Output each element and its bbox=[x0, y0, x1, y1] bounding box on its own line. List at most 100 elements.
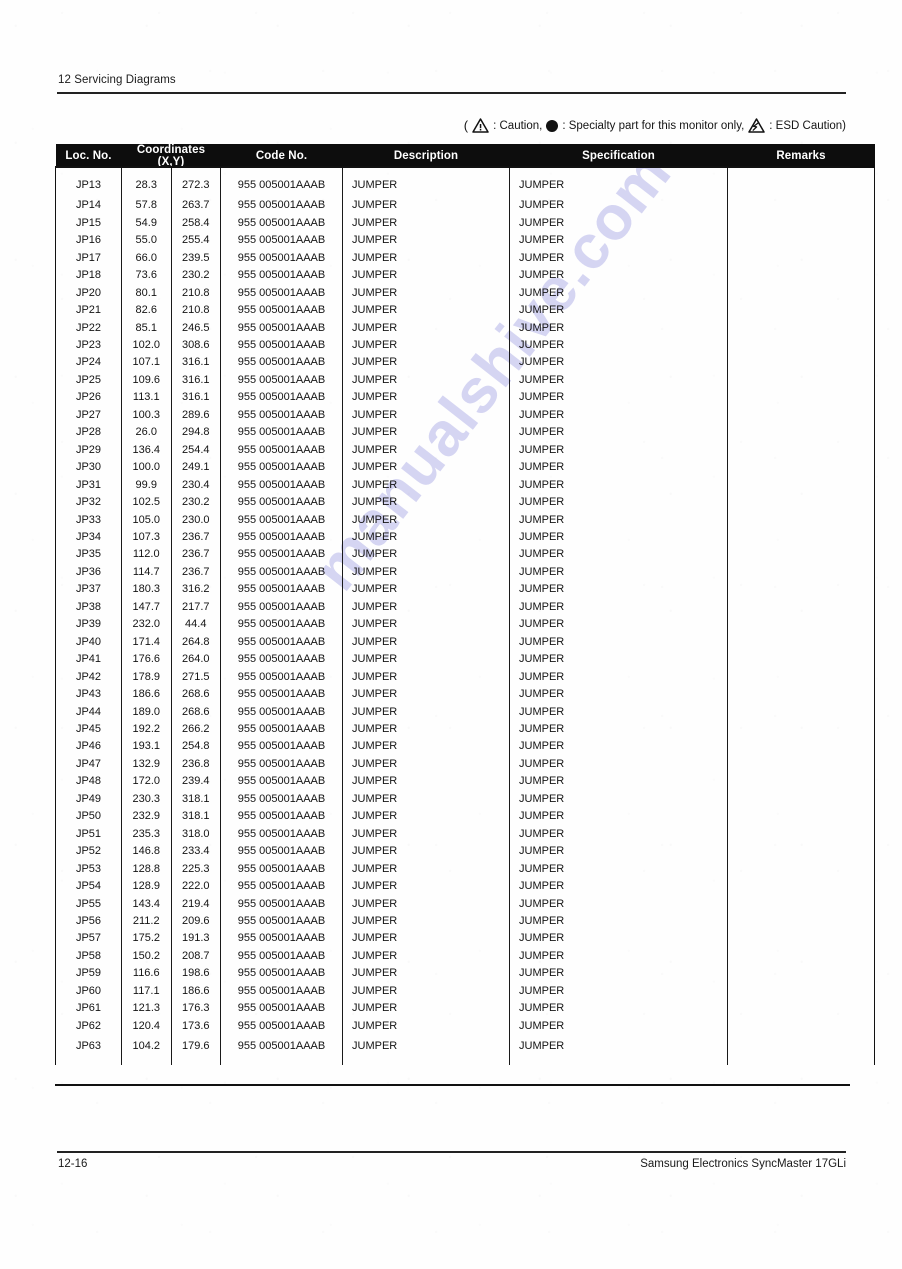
cell-remarks bbox=[727, 790, 875, 809]
cell-coord-x: 171.4 bbox=[121, 633, 172, 652]
cell-coord-x: 186.6 bbox=[121, 686, 172, 704]
cell-description: JUMPER bbox=[342, 843, 510, 861]
cell-loc-no: JP26 bbox=[55, 389, 122, 407]
cell-remarks bbox=[727, 912, 875, 931]
cell-coord-x: 104.2 bbox=[121, 1035, 172, 1065]
symbol-legend: ( : Caution, : Specialty part for this m… bbox=[464, 118, 846, 133]
cell-coord-y: 264.8 bbox=[170, 633, 221, 652]
table-row: JP24 107.1 316.1 955 005001AAAB JUMPER JUMPER bbox=[55, 354, 875, 372]
footer-product-name: Samsung Electronics SyncMaster 17GLi bbox=[640, 1158, 846, 1170]
warning-triangle-icon bbox=[472, 118, 489, 133]
cell-specification: JUMPER bbox=[509, 459, 728, 477]
cell-code-no: 955 005001AAAB bbox=[220, 441, 343, 460]
cell-remarks bbox=[727, 354, 875, 372]
cell-description: JUMPER bbox=[342, 790, 510, 809]
cell-code-no: 955 005001AAAB bbox=[220, 668, 343, 687]
cell-remarks bbox=[727, 214, 875, 233]
cell-code-no: 955 005001AAAB bbox=[220, 755, 343, 774]
cell-coord-y: 318.1 bbox=[170, 790, 221, 809]
cell-remarks bbox=[727, 581, 875, 599]
table-row: JP39 232.0 44.4 955 005001AAAB JUMPER JUMPER bbox=[55, 616, 875, 634]
cell-loc-no: JP29 bbox=[55, 441, 122, 460]
cell-description: JUMPER bbox=[342, 197, 510, 215]
cell-coord-y: 186.6 bbox=[170, 982, 221, 1001]
cell-code-no: 955 005001AAAB bbox=[220, 860, 343, 879]
cell-remarks bbox=[727, 703, 875, 721]
cell-specification: JUMPER bbox=[509, 476, 728, 495]
cell-coord-y: 225.3 bbox=[170, 860, 221, 879]
cell-description: JUMPER bbox=[342, 168, 510, 198]
cell-loc-no: JP43 bbox=[55, 686, 122, 704]
cell-remarks bbox=[727, 930, 875, 948]
cell-specification: JUMPER bbox=[509, 912, 728, 931]
cell-specification: JUMPER bbox=[509, 354, 728, 372]
cell-code-no: 955 005001AAAB bbox=[220, 284, 343, 303]
cell-remarks bbox=[727, 895, 875, 913]
cell-remarks bbox=[727, 459, 875, 477]
cell-coord-x: 28.3 bbox=[121, 168, 172, 198]
cell-remarks bbox=[727, 616, 875, 634]
cell-remarks bbox=[727, 168, 875, 198]
cell-coord-x: 116.6 bbox=[121, 965, 172, 983]
cell-code-no: 955 005001AAAB bbox=[220, 168, 343, 198]
cell-loc-no: JP55 bbox=[55, 895, 122, 913]
cell-remarks bbox=[727, 965, 875, 983]
cell-specification: JUMPER bbox=[509, 1035, 728, 1065]
table-row: JP41 176.6 264.0 955 005001AAAB JUMPER JUMPER bbox=[55, 651, 875, 669]
table-row: JP22 85.1 246.5 955 005001AAAB JUMPER JUMPER bbox=[55, 319, 875, 338]
cell-code-no: 955 005001AAAB bbox=[220, 651, 343, 669]
cell-coord-y: 176.3 bbox=[170, 1000, 221, 1018]
cell-remarks bbox=[727, 406, 875, 425]
cell-code-no: 955 005001AAAB bbox=[220, 773, 343, 791]
cell-remarks bbox=[727, 755, 875, 774]
cell-code-no: 955 005001AAAB bbox=[220, 389, 343, 407]
cell-specification: JUMPER bbox=[509, 546, 728, 564]
table-header-row: Loc. No. Coordinates (X,Y) Code No. Desc… bbox=[55, 144, 875, 168]
cell-code-no: 955 005001AAAB bbox=[220, 214, 343, 233]
table-row: JP16 55.0 255.4 955 005001AAAB JUMPER JUMPER bbox=[55, 232, 875, 250]
cell-description: JUMPER bbox=[342, 302, 510, 320]
cell-loc-no: JP35 bbox=[55, 546, 122, 564]
cell-coord-y: 210.8 bbox=[170, 302, 221, 320]
table-row: JP21 82.6 210.8 955 005001AAAB JUMPER JUMPER bbox=[55, 302, 875, 320]
cell-code-no: 955 005001AAAB bbox=[220, 843, 343, 861]
cell-specification: JUMPER bbox=[509, 337, 728, 355]
cell-specification: JUMPER bbox=[509, 214, 728, 233]
cell-coord-y: 263.7 bbox=[170, 197, 221, 215]
cell-loc-no: JP17 bbox=[55, 249, 122, 268]
cell-code-no: 955 005001AAAB bbox=[220, 930, 343, 948]
cell-remarks bbox=[727, 878, 875, 896]
cell-loc-no: JP44 bbox=[55, 703, 122, 721]
table-row: JP59 116.6 198.6 955 005001AAAB JUMPER JUMPER bbox=[55, 965, 875, 983]
cell-code-no: 955 005001AAAB bbox=[220, 581, 343, 599]
cell-coord-x: 230.3 bbox=[121, 790, 172, 809]
cell-description: JUMPER bbox=[342, 214, 510, 233]
table-row: JP35 112.0 236.7 955 005001AAAB JUMPER JUMPER bbox=[55, 546, 875, 564]
cell-specification: JUMPER bbox=[509, 947, 728, 966]
cell-coord-y: 254.4 bbox=[170, 441, 221, 460]
cell-specification: JUMPER bbox=[509, 668, 728, 687]
cell-description: JUMPER bbox=[342, 720, 510, 739]
cell-specification: JUMPER bbox=[509, 598, 728, 617]
cell-coord-x: 232.9 bbox=[121, 808, 172, 826]
footer-rule bbox=[57, 1151, 846, 1153]
cell-specification: JUMPER bbox=[509, 930, 728, 948]
table-row: JP60 117.1 186.6 955 005001AAAB JUMPER JUMPER bbox=[55, 982, 875, 1001]
cell-loc-no: JP33 bbox=[55, 511, 122, 529]
cell-coord-x: 128.9 bbox=[121, 878, 172, 896]
cell-remarks bbox=[727, 249, 875, 268]
cell-remarks bbox=[727, 319, 875, 338]
cell-code-no: 955 005001AAAB bbox=[220, 371, 343, 390]
cell-coord-x: 99.9 bbox=[121, 476, 172, 495]
cell-code-no: 955 005001AAAB bbox=[220, 1017, 343, 1036]
cell-remarks bbox=[727, 197, 875, 215]
cell-remarks bbox=[727, 843, 875, 861]
cell-coord-x: 109.6 bbox=[121, 371, 172, 390]
cell-loc-no: JP45 bbox=[55, 720, 122, 739]
cell-code-no: 955 005001AAAB bbox=[220, 249, 343, 268]
cell-loc-no: JP31 bbox=[55, 476, 122, 495]
cell-code-no: 955 005001AAAB bbox=[220, 825, 343, 844]
cell-specification: JUMPER bbox=[509, 686, 728, 704]
cell-description: JUMPER bbox=[342, 459, 510, 477]
cell-coord-y: 230.2 bbox=[170, 494, 221, 512]
